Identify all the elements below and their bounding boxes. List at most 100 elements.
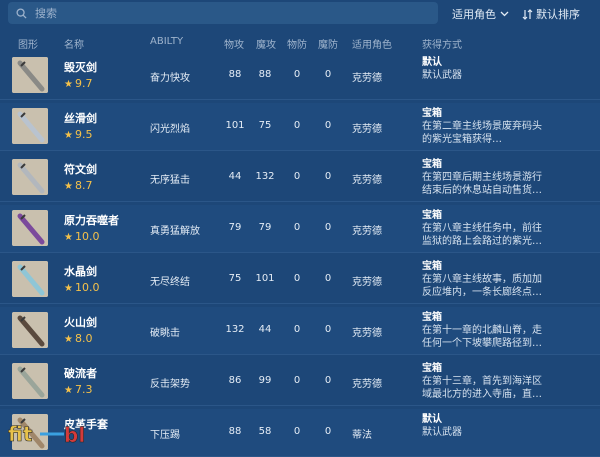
mag-atk-value: 79 (258, 222, 272, 233)
phys-atk-value: 132 (225, 324, 245, 335)
acquisition-description: 在第八章主线任务中，前往监狱的路上会路过的紫光… (422, 223, 542, 247)
acquisition-description: 在第二章主线场景废弃码头的紫光宝箱获得… (422, 121, 542, 145)
phys-atk-value: 88 (228, 69, 242, 80)
weapon-rating: ★ 10.0 (64, 281, 99, 294)
scrollbar[interactable] (591, 52, 597, 448)
ability-value: 下压踢 (150, 430, 180, 441)
table-row[interactable]: 破流者 ★ 7.3 反击架势 86 99 0 0 克劳德 宝箱 在第十三章，首先到海洋区域最北方的进… (0, 358, 600, 406)
acquisition-type: 宝箱 (422, 312, 442, 323)
search-input[interactable] (33, 5, 417, 21)
phys-def-value: 0 (293, 222, 301, 233)
mag-def-value: 0 (324, 426, 332, 437)
weapon-rating: ★ 8.7 (64, 179, 92, 192)
weapon-thumbnail (12, 210, 48, 246)
col-header-acquisition[interactable]: 获得方式 (422, 36, 462, 51)
table-row[interactable]: 水晶剑 ★ 10.0 无尽终结 75 101 0 0 克劳德 宝箱 在第八章主线故事，质加加反应堆内… (0, 256, 600, 304)
character-value: 克劳德 (352, 73, 382, 84)
col-header-ability[interactable]: ABILTY (150, 36, 183, 47)
star-icon: ★ (64, 130, 73, 141)
weapon-thumbnail (12, 363, 48, 399)
ability-value: 闪光烈焰 (150, 124, 190, 135)
search-box[interactable] (8, 2, 438, 24)
star-icon: ★ (64, 232, 73, 243)
col-header-mag-def[interactable]: 魔防 (318, 36, 338, 51)
mag-def-value: 0 (324, 375, 332, 386)
mag-atk-value: 75 (258, 120, 272, 131)
table-row[interactable]: 毁灭剑 ★ 9.7 奋力快攻 88 88 0 0 克劳德 默认 默认武器 (0, 52, 600, 100)
weapon-name: 水晶剑 (64, 265, 97, 278)
col-header-name[interactable]: 名称 (64, 36, 84, 51)
table-header: 图形 名称 ABILTY 物攻 魔攻 物防 魔防 适用角色 获得方式 (0, 32, 600, 52)
phys-def-value: 0 (293, 324, 301, 335)
weapon-thumbnail (12, 159, 48, 195)
rating-value: 7.3 (74, 383, 93, 396)
mag-def-value: 0 (324, 120, 332, 131)
acquisition-info: 宝箱 在第十一章的北麟山脊，走任何一个下坡攀爬路径到… (422, 311, 544, 350)
acquisition-info: 宝箱在第八章主线任务中，前往监狱的路上会路过的紫光… (422, 209, 544, 248)
col-header-phys-def[interactable]: 物防 (287, 36, 307, 51)
sword-icon (12, 210, 48, 246)
table-row[interactable]: 火山剑 ★ 8.0 破眺击 132 44 0 0 克劳德 宝箱 在第十一章的北麟山脊，走任何一个下坡… (0, 307, 600, 355)
acquisition-info: 默认 默认武器 (422, 413, 544, 439)
phys-def-value: 0 (293, 69, 301, 80)
mag-atk-value: 88 (258, 69, 272, 80)
table-row[interactable]: 丝滑剑 ★ 9.5 闪光烈焰 101 75 0 0 克劳德 宝箱 在第二章主线场景废弃码头的紫光宝箱… (0, 103, 600, 151)
sword-icon (12, 363, 48, 399)
character-value: 蒂法 (352, 430, 372, 441)
mag-atk-value: 99 (258, 375, 272, 386)
mag-def-value: 0 (324, 222, 332, 233)
rating-value: 9.5 (74, 128, 93, 141)
sword-icon (12, 261, 48, 297)
weapon-name: 原力吞噬者 (64, 214, 119, 227)
weapon-thumbnail (12, 108, 48, 144)
chevron-down-icon (500, 11, 509, 17)
acquisition-type: 宝箱 (422, 108, 442, 119)
col-header-phys-atk[interactable]: 物攻 (224, 36, 244, 51)
sort-button[interactable]: 默认排序 (522, 6, 580, 22)
sword-icon (12, 57, 48, 93)
col-header-image[interactable]: 图形 (18, 36, 38, 51)
table-row[interactable]: 原力吞噬者 ★ 10.0 真勇猛解放 79 79 0 0 克劳德 宝箱 在第八章主线任务中，前往监狱… (0, 205, 600, 253)
ability-value: 反击架势 (150, 379, 190, 390)
character-filter-dropdown[interactable]: 适用角色 (452, 6, 509, 22)
weapon-rating: ★ 8.0 (64, 332, 92, 345)
acquisition-info: 宝箱 在第十三章，首先到海洋区域最北方的进入寺庙，直… (422, 362, 544, 401)
phys-def-value: 0 (293, 426, 301, 437)
col-header-mag-atk[interactable]: 魔攻 (256, 36, 276, 51)
weapon-rating: ★ 9.5 (64, 128, 92, 141)
character-filter-label: 适用角色 (452, 8, 496, 21)
phys-atk-value: 44 (228, 171, 242, 182)
mag-def-value: 0 (324, 171, 332, 182)
col-header-character[interactable]: 适用角色 (352, 36, 392, 51)
mag-def-value: 0 (324, 273, 332, 284)
weapon-name: 毁灭剑 (64, 61, 97, 74)
weapon-name: 破流者 (64, 367, 97, 380)
phys-def-value: 0 (293, 273, 301, 284)
weapon-thumbnail (12, 312, 48, 348)
weapon-thumbnail (12, 57, 48, 93)
acquisition-type: 宝箱 (422, 363, 442, 374)
phys-def-value: 0 (293, 375, 301, 386)
weapon-thumbnail (12, 261, 48, 297)
star-icon: ★ (64, 79, 73, 90)
character-value: 克劳德 (352, 328, 382, 339)
svg-text:bl: bl (64, 423, 85, 447)
ability-value: 破眺击 (150, 328, 180, 339)
search-icon (16, 7, 27, 19)
character-value: 克劳德 (352, 277, 382, 288)
acquisition-description: 默认武器 (422, 427, 462, 438)
phys-def-value: 0 (293, 171, 301, 182)
mag-atk-value: 58 (258, 426, 272, 437)
mag-def-value: 0 (324, 69, 332, 80)
weapon-rating: ★ 10.0 (64, 230, 99, 243)
acquisition-description: 在第四章后期主线场景游行结束后的休息站自动售货… (422, 172, 542, 196)
phys-atk-value: 79 (228, 222, 242, 233)
table-row[interactable]: 符文剑 ★ 8.7 无序猛击 44 132 0 0 克劳德 宝箱 在第四章后期主线场景游行结束后的休… (0, 154, 600, 202)
star-icon: ★ (64, 283, 73, 294)
star-icon: ★ (64, 385, 73, 396)
character-value: 克劳德 (352, 226, 382, 237)
ability-value: 奋力快攻 (150, 73, 190, 84)
mag-atk-value: 101 (255, 273, 275, 284)
acquisition-type: 宝箱 (422, 210, 442, 221)
character-value: 克劳德 (352, 124, 382, 135)
